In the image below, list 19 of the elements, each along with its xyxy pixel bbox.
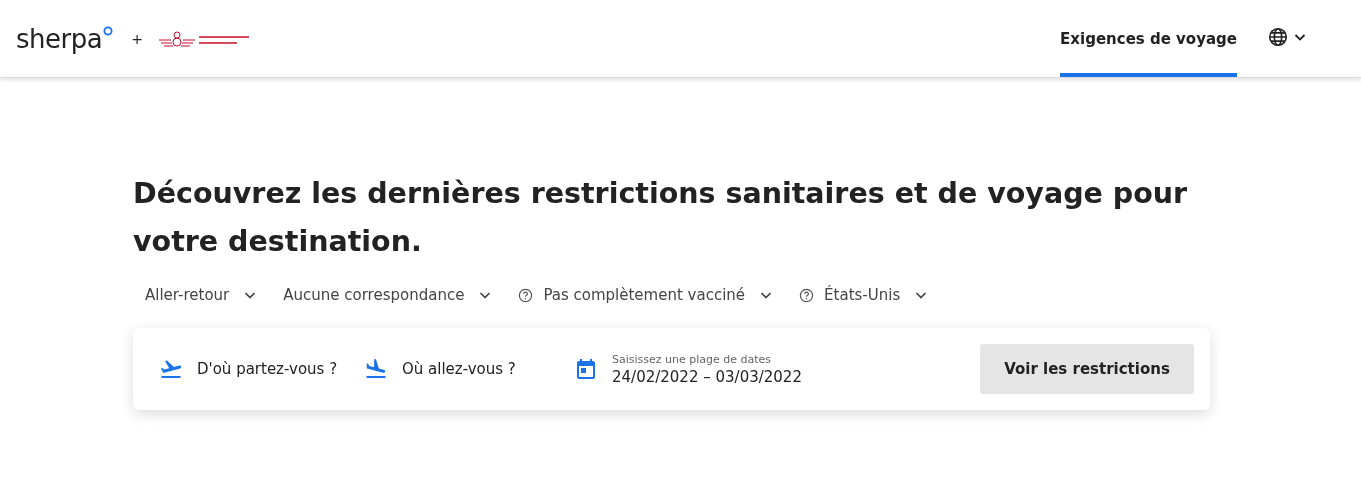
headline: Découvrez les dernières restrictions sanitaires et de voyage pour votre destination. xyxy=(133,176,1189,260)
origin-field[interactable]: D'où partez-vous ? xyxy=(195,359,344,379)
field-label: Saisissez une plage de dates xyxy=(612,352,773,366)
filter-dropdown[interactable]: Aller-retour xyxy=(143,282,260,308)
date-range-field[interactable]: Saisissez une plage de dates 24/02/2022 – 03/03/2022 xyxy=(574,352,802,386)
help-icon xyxy=(518,287,534,303)
nav-link[interactable]: Exigences de voyage xyxy=(1060,0,1237,77)
filter-dropdown[interactable]: États-Unis xyxy=(797,282,931,308)
landing-icon xyxy=(364,357,388,381)
plus-sign: + xyxy=(131,30,143,47)
help-icon xyxy=(799,287,815,303)
filter-dropdown[interactable]: Aucune correspondance xyxy=(281,282,495,308)
sherpa-logo[interactable]: sherpa xyxy=(16,23,114,54)
date-range-value: 24/02/2022 – 03/03/2022 xyxy=(612,367,802,386)
filter-dropdown[interactable]: Pas complètement vacciné xyxy=(516,282,776,308)
destination-field[interactable]: Où allez-vous ? xyxy=(400,359,554,379)
globe-icon xyxy=(1267,25,1289,48)
calendar-icon xyxy=(574,357,598,381)
search-button[interactable]: Voir les restrictions xyxy=(980,344,1194,394)
